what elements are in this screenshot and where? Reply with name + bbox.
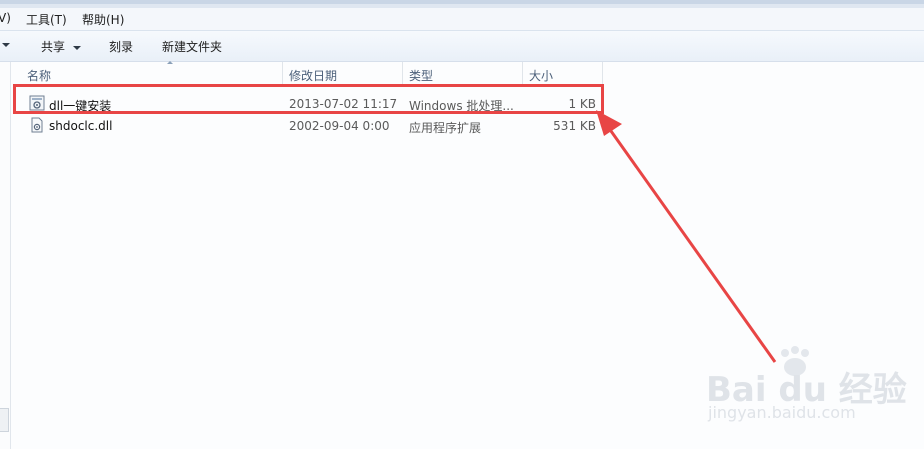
watermark-url: jingyan.baidu.com <box>708 403 856 422</box>
